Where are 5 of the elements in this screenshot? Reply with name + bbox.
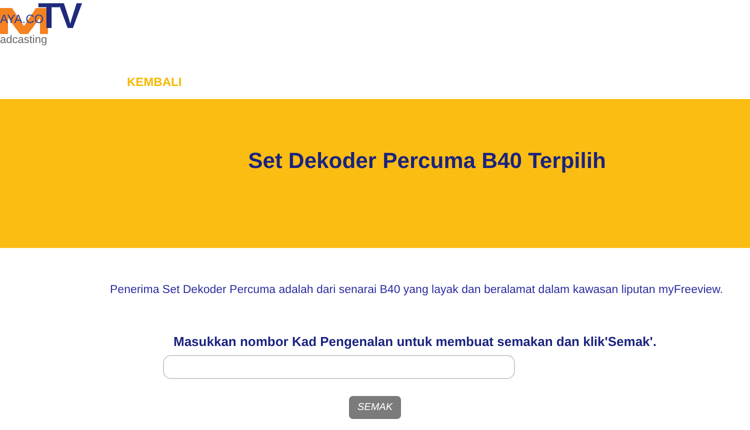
instruction-text: Masukkan nombor Kad Pengenalan untuk membuat semakan dan klik'Semak'. <box>172 333 658 352</box>
input-field[interactable] <box>162 354 514 379</box>
submit-button[interactable]: SEMAK <box>349 396 401 419</box>
info-text: Penerima Set Dekoder Percuma adalah dari senarai B40 yang layak dan beralamat dalam kawasan liputan myFreeview. <box>110 283 724 298</box>
page-title: Set Dekoder Percuma B40 Terpilih <box>248 147 606 175</box>
